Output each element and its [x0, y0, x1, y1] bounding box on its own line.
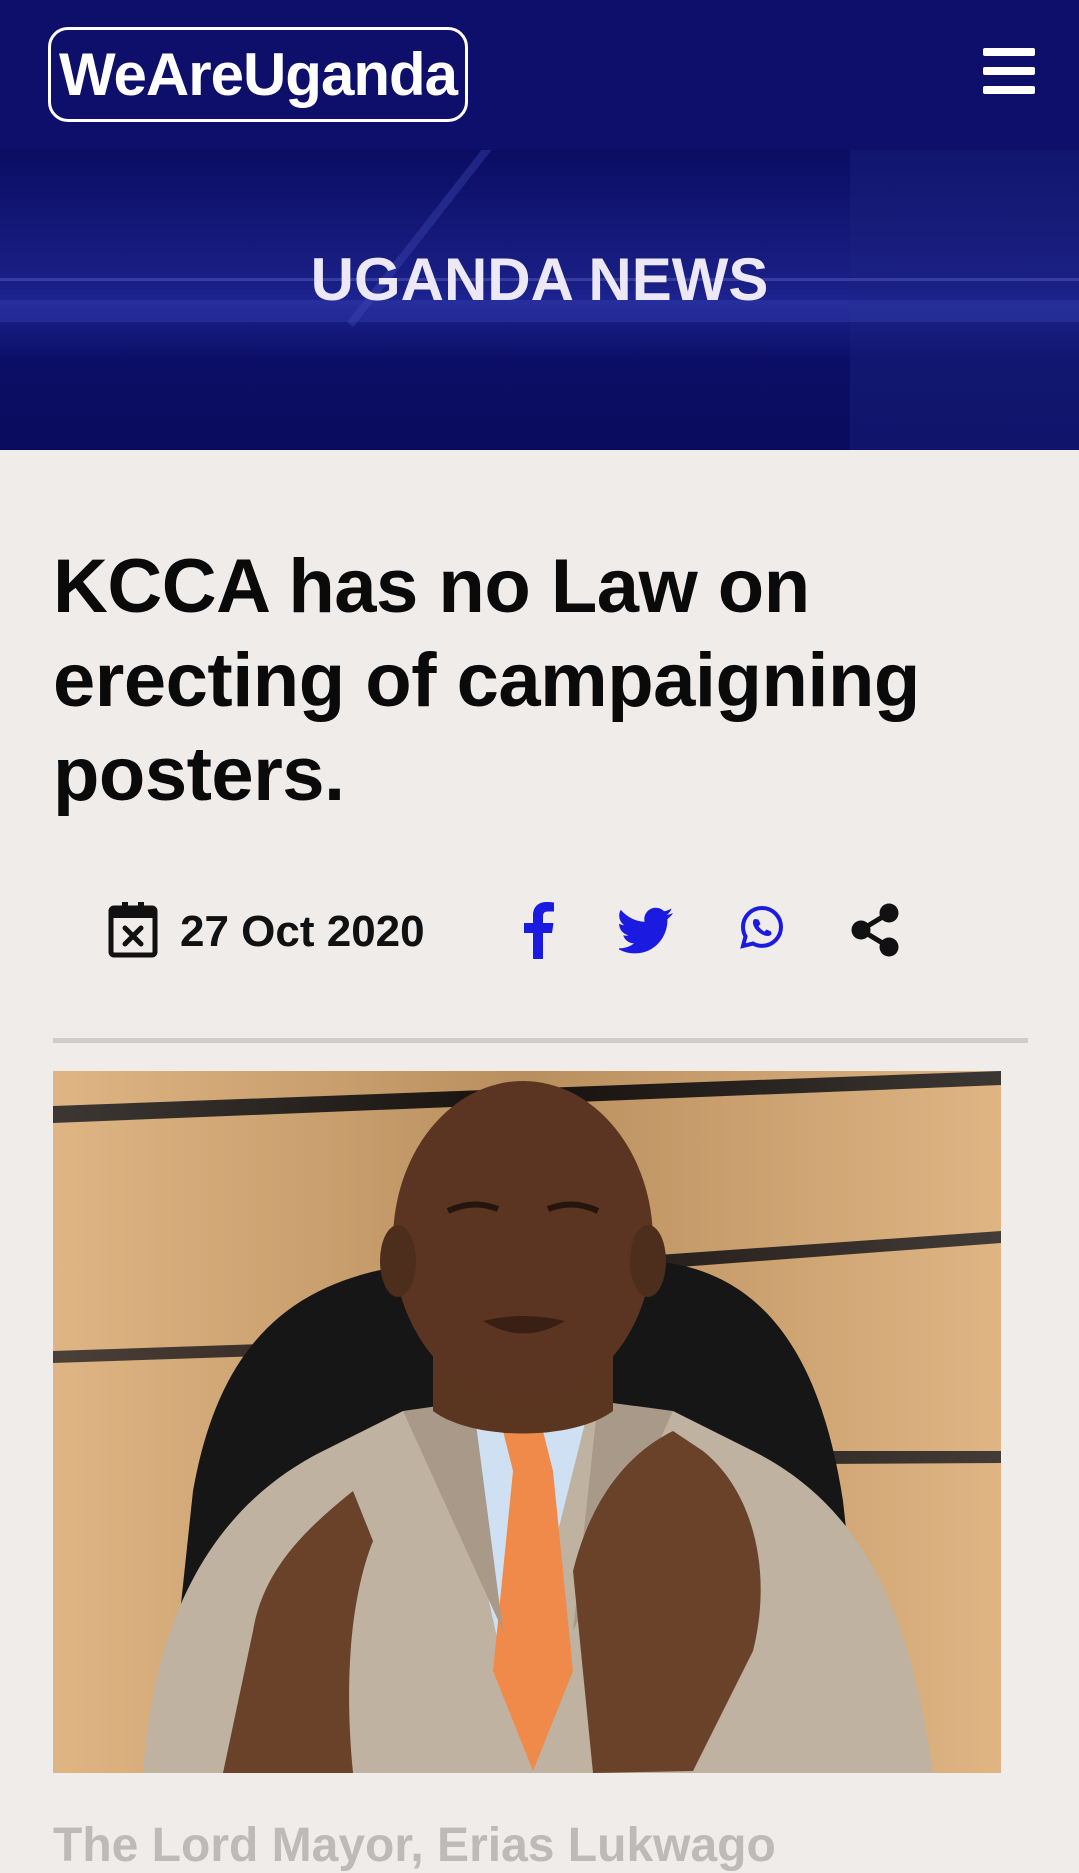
section-title: UGANDA NEWS	[310, 246, 769, 313]
divider	[53, 1038, 1028, 1043]
article-meta: 27 Oct 2020	[0, 895, 1079, 965]
article-date: 27 Oct 2020	[180, 907, 425, 956]
calendar-icon	[108, 902, 158, 958]
hero-banner: UGANDA NEWS	[0, 150, 1079, 450]
article-image[interactable]	[53, 1071, 1001, 1773]
site-logo[interactable]: WeAreUganda	[48, 27, 468, 122]
share-icon[interactable]	[850, 901, 900, 959]
twitter-icon[interactable]	[619, 901, 675, 959]
hamburger-menu-icon[interactable]	[983, 48, 1035, 94]
portrait-illustration	[53, 1071, 1001, 1773]
facebook-icon[interactable]	[521, 901, 555, 959]
top-bar: WeAreUganda	[0, 0, 1079, 150]
whatsapp-icon[interactable]	[738, 901, 786, 959]
article-title: KCCA has no Law on erecting of campaigni…	[53, 544, 920, 817]
